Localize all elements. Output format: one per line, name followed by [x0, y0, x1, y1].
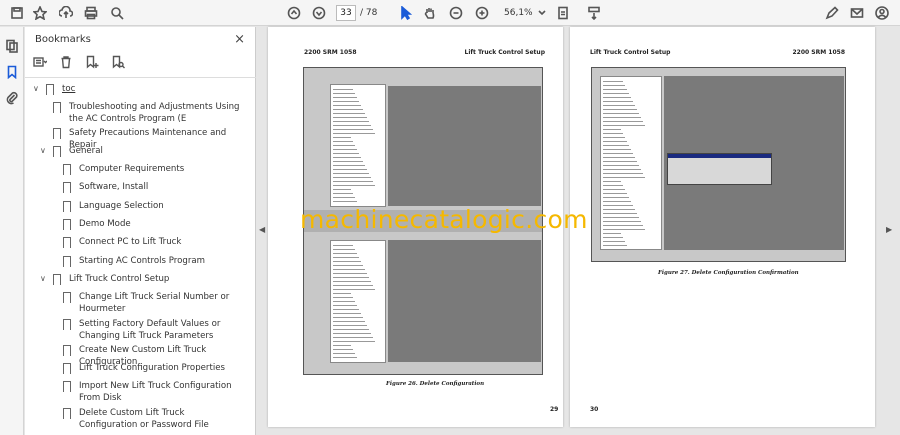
page-up-icon[interactable] [285, 4, 303, 22]
bookmark-icon [46, 84, 54, 96]
zoom-dropdown-icon[interactable] [533, 4, 551, 22]
pdf-page-right: Lift Truck Control Setup 2200 SRM 1058 F… [570, 27, 875, 427]
bookmark-icon [63, 164, 71, 176]
chevron-down-icon[interactable]: ∨ [33, 83, 43, 95]
panel-divider [25, 77, 256, 78]
bookmark-icon [63, 219, 71, 231]
bookmark-item[interactable]: Computer Requirements [63, 163, 184, 176]
page-number: 30 [590, 406, 599, 413]
print-icon[interactable] [82, 4, 100, 22]
bookmark-icon [63, 381, 71, 393]
left-nav-strip [0, 27, 24, 435]
page-down-icon[interactable] [310, 4, 328, 22]
scroll-mode-icon[interactable] [585, 4, 603, 22]
bookmark-item[interactable]: Software, Install [63, 181, 148, 194]
prev-page-arrow-icon[interactable]: ◀ [259, 225, 265, 234]
bookmark-item[interactable]: Demo Mode [63, 218, 131, 231]
page-header-left: Lift Truck Control Setup [590, 49, 671, 56]
account-icon[interactable] [873, 4, 891, 22]
bookmark-icon [63, 408, 71, 420]
page-number-input[interactable]: 33 [336, 5, 356, 21]
add-bookmark-icon[interactable] [85, 55, 99, 69]
mail-icon[interactable] [848, 4, 866, 22]
bookmark-item[interactable]: Lift Truck Configuration Properties [63, 362, 225, 375]
bookmark-item[interactable]: Language Selection [63, 200, 164, 213]
zoom-out-icon[interactable] [447, 4, 465, 22]
bookmarks-panel-icon[interactable] [3, 63, 21, 81]
page-header-right: Lift Truck Control Setup [464, 49, 545, 56]
chevron-down-icon[interactable]: ∨ [40, 145, 50, 157]
page-total: / 78 [360, 8, 378, 18]
bookmark-star-icon[interactable] [31, 4, 49, 22]
bookmark-item[interactable]: Connect PC to Lift Truck [63, 236, 181, 249]
panel-title: Bookmarks [35, 34, 91, 45]
bookmark-icon [63, 201, 71, 213]
confirm-dialog [667, 153, 772, 185]
figure-caption: Figure 27. Delete Configuration Confirma… [658, 270, 799, 276]
bookmark-item[interactable]: ∨ Lift Truck Control Setup [40, 273, 169, 286]
bookmark-item[interactable]: Starting AC Controls Program [63, 255, 205, 268]
bookmark-icon [63, 319, 71, 331]
bookmark-item[interactable]: Change Lift Truck Serial Number or Hourm… [63, 291, 238, 315]
bookmark-icon [53, 274, 61, 286]
sign-icon[interactable] [823, 4, 841, 22]
bookmark-icon [63, 292, 71, 304]
next-page-arrow-icon[interactable]: ▶ [886, 225, 892, 234]
top-toolbar: 33 / 78 56,1% [0, 0, 900, 26]
bookmark-icon [63, 237, 71, 249]
bookmark-tools [33, 55, 125, 73]
options-menu-icon[interactable] [33, 55, 47, 69]
fit-page-icon[interactable] [554, 4, 572, 22]
attachment-icon[interactable] [3, 89, 21, 107]
save-icon[interactable] [8, 4, 26, 22]
page-number: 29 [550, 406, 559, 413]
bookmark-icon [53, 146, 61, 158]
bookmark-item[interactable]: Delete Custom Lift Truck Configuration o… [63, 407, 238, 431]
page-header-right: 2200 SRM 1058 [792, 49, 846, 56]
figure-screenshot [591, 67, 846, 262]
bookmark-icon [63, 363, 71, 375]
bookmark-item[interactable]: ∨ General [40, 145, 103, 158]
bookmark-item[interactable]: Import New Lift Truck Configuration From… [63, 380, 238, 404]
zoom-in-icon[interactable] [473, 4, 491, 22]
watermark-text: machinecatalogic.com [300, 205, 588, 234]
bookmark-icon [53, 128, 61, 140]
figure-caption: Figure 26. Delete Configuration [386, 381, 485, 387]
hand-icon[interactable] [421, 4, 439, 22]
chevron-down-icon[interactable]: ∨ [40, 273, 50, 285]
bookmark-item[interactable]: Troubleshooting and Adjustments Using th… [53, 101, 243, 125]
delete-icon[interactable] [59, 55, 73, 69]
page-header-left: 2200 SRM 1058 [304, 49, 357, 56]
bookmark-icon [63, 256, 71, 268]
pages-thumbnail-icon[interactable] [3, 37, 21, 55]
bookmark-icon [53, 102, 61, 114]
close-icon[interactable]: × [234, 32, 245, 47]
zoom-search-icon[interactable] [108, 4, 126, 22]
bookmark-icon [63, 345, 71, 357]
bookmarks-panel: Bookmarks × ∨ toc Troubleshooting and Adj… [25, 27, 275, 435]
upload-icon[interactable] [57, 4, 75, 22]
bookmark-search-icon[interactable] [111, 55, 125, 69]
bookmark-item[interactable]: ∨ toc [33, 83, 75, 96]
bookmark-item[interactable]: Setting Factory Default Values or Changi… [63, 318, 238, 342]
bookmark-icon [63, 182, 71, 194]
select-arrow-icon[interactable] [396, 4, 414, 22]
